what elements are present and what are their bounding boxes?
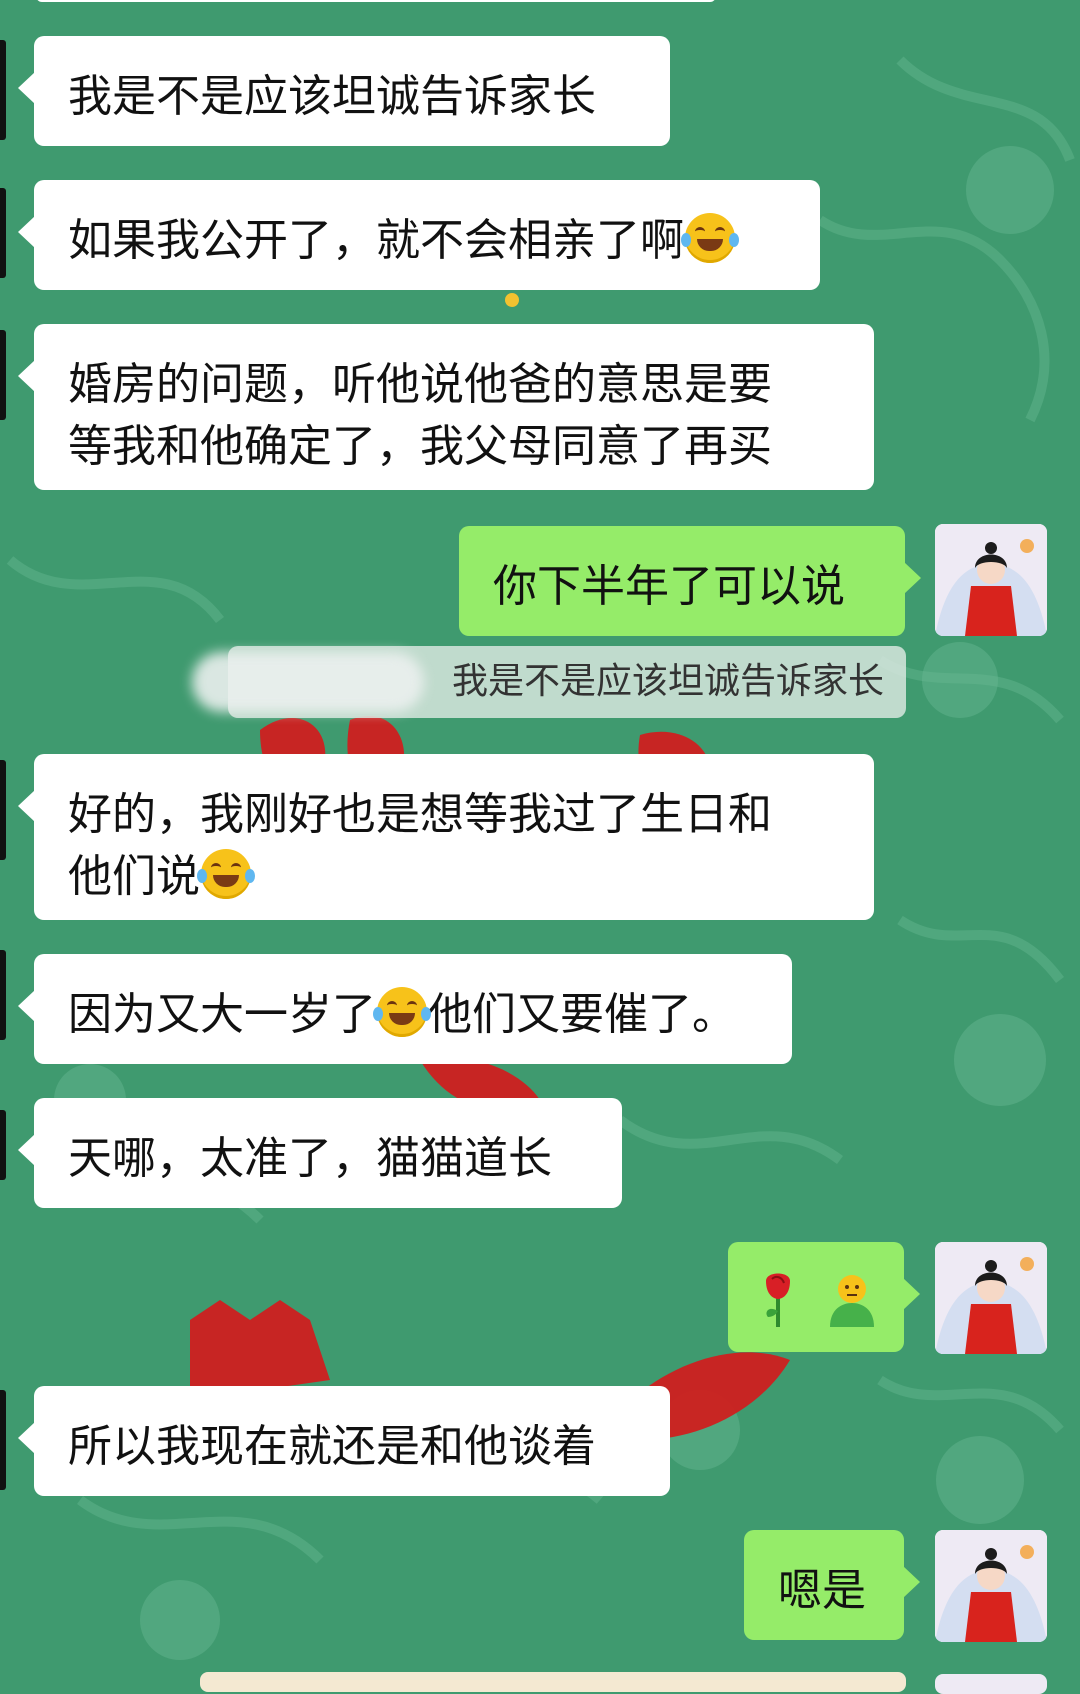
message-text: 他们又要催了。 [428,989,736,1040]
edge-marker [0,760,6,860]
quoted-message[interactable]: 我是不是应该坦诚告诉家长 [192,646,906,718]
blurred-name [192,652,424,712]
tears-of-joy-emoji [197,849,255,899]
message-text: 你下半年了可以说 [493,561,845,612]
partial-bubble-top [36,0,716,2]
incoming-message[interactable]: 好的，我刚好也是想等我过了生日和 他们说 [18,754,874,920]
partial-bubble-bottom [200,1672,906,1692]
message-line: 好的，我刚好也是想等我过了生日和 [68,789,772,840]
incoming-message[interactable]: 所以我现在就还是和他谈着 [18,1386,670,1496]
quoted-text: 我是不是应该坦诚告诉家长 [451,661,884,702]
avatar[interactable] [935,1530,1047,1642]
tears-of-joy-emoji [681,213,739,263]
incoming-message[interactable]: 我是不是应该坦诚告诉家长 [18,36,670,146]
person-pouting-icon [830,1275,874,1327]
message-text: 我是不是应该坦诚告诉家长 [68,71,596,122]
incoming-message[interactable]: 天哪，太准了，猫猫道长 [18,1098,622,1208]
message-text: 如果我公开了，就不会相亲了啊 [68,215,684,266]
rose-icon [766,1273,790,1327]
incoming-message[interactable]: 婚房的问题，听他说他爸的意思是要 等我和他确定了，我父母同意了再买 [18,324,874,490]
edge-marker [0,188,6,278]
message-line: 他们说 [68,851,200,902]
outgoing-message[interactable] [728,1242,920,1352]
edge-marker [0,330,6,420]
avatar[interactable] [935,524,1047,636]
outgoing-message[interactable]: 嗯是 [744,1530,920,1640]
outgoing-message[interactable]: 你下半年了可以说 [459,526,921,636]
message-text: 因为又大一岁了 [68,989,376,1040]
edge-marker [0,40,6,140]
partial-avatar-bottom [935,1674,1047,1694]
message-text: 嗯是 [778,1565,866,1616]
message-line: 婚房的问题，听他说他爸的意思是要 [68,359,772,410]
message-text: 所以我现在就还是和他谈着 [68,1421,596,1472]
tears-of-joy-emoji [373,987,431,1037]
edge-marker [0,1390,6,1490]
avatar-portrait-icon [935,1242,1047,1354]
message-text: 天哪，太准了，猫猫道长 [68,1133,552,1184]
message-line: 等我和他确定了，我父母同意了再买 [68,421,772,472]
edge-marker [0,1110,6,1180]
incoming-message[interactable]: 因为又大一岁了 他们又要催了。 [18,954,792,1064]
avatar[interactable] [935,1242,1047,1354]
avatar-portrait-icon [935,1530,1047,1642]
edge-marker [0,950,6,1040]
avatar-portrait-icon [935,524,1047,636]
incoming-message[interactable]: 如果我公开了，就不会相亲了啊 [18,180,820,290]
